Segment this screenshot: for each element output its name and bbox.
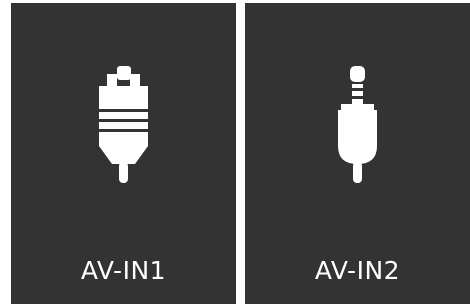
av-in1-tile[interactable]: AV-IN1 [11, 3, 236, 304]
av-input-selector: AV-IN1 AV-IN2 [0, 0, 470, 307]
rca-jack-connector-icon [245, 66, 470, 184]
av-in1-label: AV-IN1 [80, 256, 167, 285]
av-in2-tile[interactable]: AV-IN2 [245, 3, 470, 304]
av-in2-label: AV-IN2 [314, 256, 401, 285]
scart-connector-icon [11, 66, 236, 184]
